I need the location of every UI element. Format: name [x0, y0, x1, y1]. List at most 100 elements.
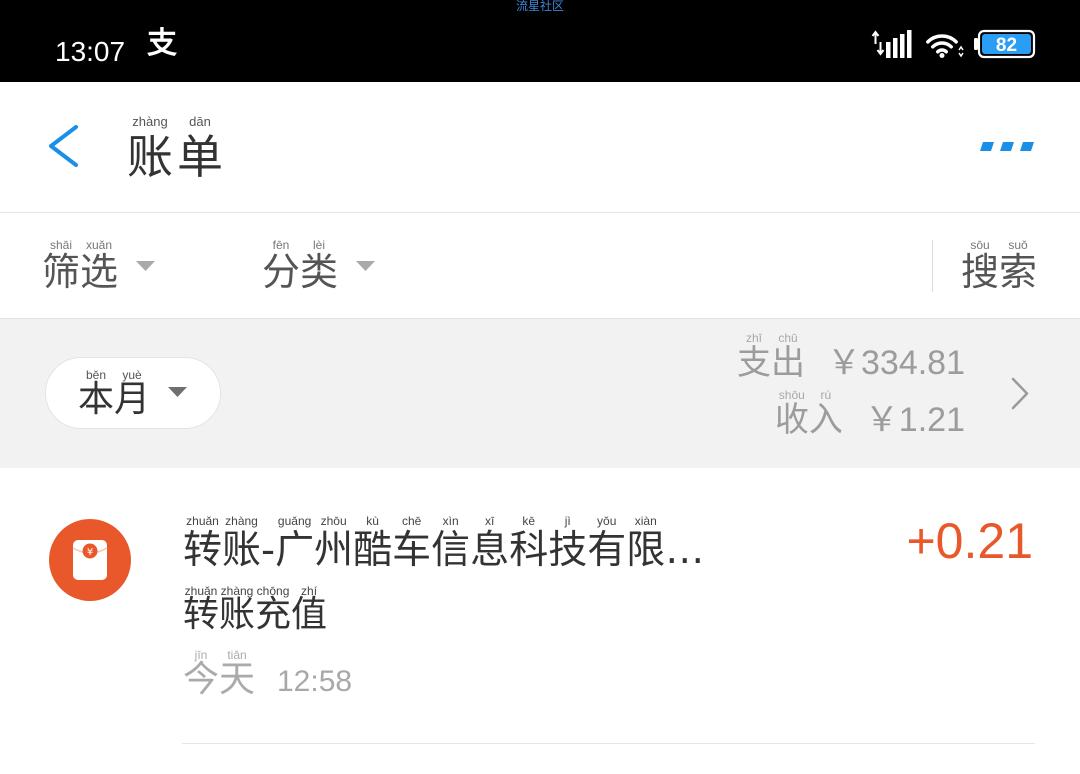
- filter-label: shāi 筛 xuǎn 选: [42, 238, 119, 294]
- pinyin: zhōu: [320, 514, 347, 528]
- pinyin: zhàng: [132, 114, 168, 129]
- ruby-char: chōng 充: [255, 584, 292, 635]
- pinyin: lèi: [313, 238, 326, 252]
- pinyin: xìn: [442, 514, 459, 528]
- pinyin: sōu: [970, 238, 990, 252]
- ruby-char: guǎng 广: [275, 514, 315, 573]
- ruby-char: chū 出: [771, 331, 805, 380]
- pinyin: chē: [401, 514, 422, 528]
- pinyin: xuǎn: [86, 238, 113, 252]
- ruby-char: shōu 收: [774, 388, 809, 440]
- pinyin: yuè: [122, 368, 142, 382]
- hanzi: 类: [300, 250, 339, 294]
- yuan-symbol: ¥: [87, 547, 93, 558]
- ruby-char: běn 本: [78, 368, 115, 420]
- monthly-summary: běn 本 yuè 月 zhī 支 chū 出 ￥334.81 shōu 收 rù 入 ￥1.21: [0, 319, 1080, 468]
- hanzi: 分: [262, 250, 301, 294]
- pinyin: zhuǎn: [186, 514, 219, 528]
- back-arrow-icon: [49, 125, 78, 167]
- battery-level: 82: [996, 35, 1017, 56]
- hanzi: 索: [999, 250, 1038, 294]
- clock: 13:07: [55, 36, 126, 67]
- hanzi: 选: [80, 250, 119, 294]
- hanzi: 入: [808, 400, 843, 440]
- transaction-subtitle: zhuǎn 转 zhàng 账 chōng 充 zhí 值: [183, 584, 328, 635]
- ruby-char: xiàn 限: [626, 514, 665, 570]
- pinyin: zhàng: [220, 584, 254, 598]
- ruby-char: jì 技: [548, 514, 588, 573]
- ruby-char: zhí 值: [291, 584, 328, 635]
- pinyin: yǒu: [597, 514, 617, 528]
- ruby-char: chē 车: [392, 514, 432, 573]
- pinyin: chū: [778, 331, 798, 345]
- hanzi: 州: [314, 528, 354, 573]
- pinyin: jì: [564, 514, 571, 528]
- search-button[interactable]: sōu 搜 suǒ 索: [933, 213, 1080, 318]
- hanzi: 息: [470, 528, 510, 573]
- filter-button[interactable]: shāi 筛 xuǎn 选: [30, 213, 180, 318]
- ruby-char: …: [665, 531, 704, 570]
- pinyin: guǎng: [277, 514, 312, 528]
- pinyin: zhī: [745, 331, 763, 345]
- caret-down-icon: [136, 261, 155, 271]
- hanzi: 天: [219, 659, 256, 700]
- hanzi: 广: [275, 528, 315, 573]
- hanzi: 值: [291, 594, 328, 635]
- pinyin: rù: [820, 388, 832, 402]
- ruby-char: xuǎn 选: [80, 238, 119, 294]
- wifi-icon: [926, 34, 964, 58]
- more-button[interactable]: [975, 135, 1038, 160]
- signal-icon: [871, 30, 912, 58]
- totals-button[interactable]: zhī 支 chū 出 ￥334.81 shōu 收 rù 入 ￥1.21: [700, 319, 1080, 468]
- page-title: zhàng 账 dān 单: [127, 115, 227, 184]
- category-button[interactable]: fēn 分 lèi 类: [250, 213, 400, 318]
- ruby-char: xìn 信: [431, 514, 471, 573]
- hanzi: 支: [737, 343, 771, 383]
- ruby-char: yǒu 有: [587, 514, 626, 570]
- hanzi: 技: [548, 528, 588, 573]
- ruby-char: jīn 今: [183, 648, 219, 698]
- pinyin: kē: [522, 514, 536, 528]
- hanzi: 车: [392, 528, 432, 573]
- ruby-char: lèi 类: [300, 238, 339, 294]
- pinyin: tiān: [227, 648, 247, 662]
- pinyin: shāi: [49, 238, 73, 252]
- ruby-char: rù 入: [808, 388, 843, 440]
- ruby-char: shāi 筛: [42, 238, 81, 294]
- ruby-char: zhōu 州: [314, 514, 354, 573]
- income-amount: ￥1.21: [864, 401, 965, 439]
- ruby-char: zhī 支: [737, 331, 771, 383]
- hanzi: 信: [431, 528, 471, 573]
- hanzi: 单: [177, 130, 223, 184]
- period-selector[interactable]: běn 本 yuè 月: [45, 357, 221, 429]
- pinyin: zhàng: [225, 514, 258, 528]
- hanzi: 筛: [42, 250, 81, 294]
- watermark-text: 流星社区: [515, 0, 564, 13]
- transaction-time: 12:58: [277, 665, 353, 698]
- pinyin: běn: [85, 368, 107, 382]
- back-button[interactable]: [44, 120, 84, 172]
- hanzi: 转: [183, 528, 223, 573]
- hanzi: 账: [127, 130, 173, 184]
- hanzi: 收: [774, 400, 809, 440]
- hanzi: …: [665, 528, 705, 573]
- status-bar: 流星社区 13:07 支 82: [0, 0, 1080, 82]
- period-label: běn 本 yuè 月: [78, 368, 150, 420]
- red-envelope-icon: ¥: [49, 519, 131, 601]
- hanzi: 本: [78, 379, 115, 420]
- list-item[interactable]: ¥ zhuǎn 转 zhàng 账 - guǎng 广 zhōu 州 kù 酷 chē 车 xìn 信 xī 息…: [0, 468, 1080, 744]
- income-row: shōu 收 rù 入 ￥1.21: [774, 388, 965, 440]
- ruby-char: dān 单: [177, 115, 223, 184]
- ruby-char: xī 息: [470, 514, 510, 573]
- ruby-char: yuè 月: [114, 368, 150, 418]
- pinyin: dān: [189, 114, 211, 129]
- pinyin: kù: [366, 514, 379, 528]
- ruby-char: zhuǎn 转: [183, 514, 223, 573]
- pinyin: jīn: [194, 648, 208, 662]
- hanzi: 充: [255, 594, 292, 635]
- ruby-char: -: [261, 531, 275, 570]
- ruby-char: suǒ 索: [999, 238, 1038, 294]
- more-icon: [980, 142, 1034, 151]
- ruby-char: kù 酷: [353, 514, 392, 570]
- ruby-char: zhàng 账: [219, 584, 255, 633]
